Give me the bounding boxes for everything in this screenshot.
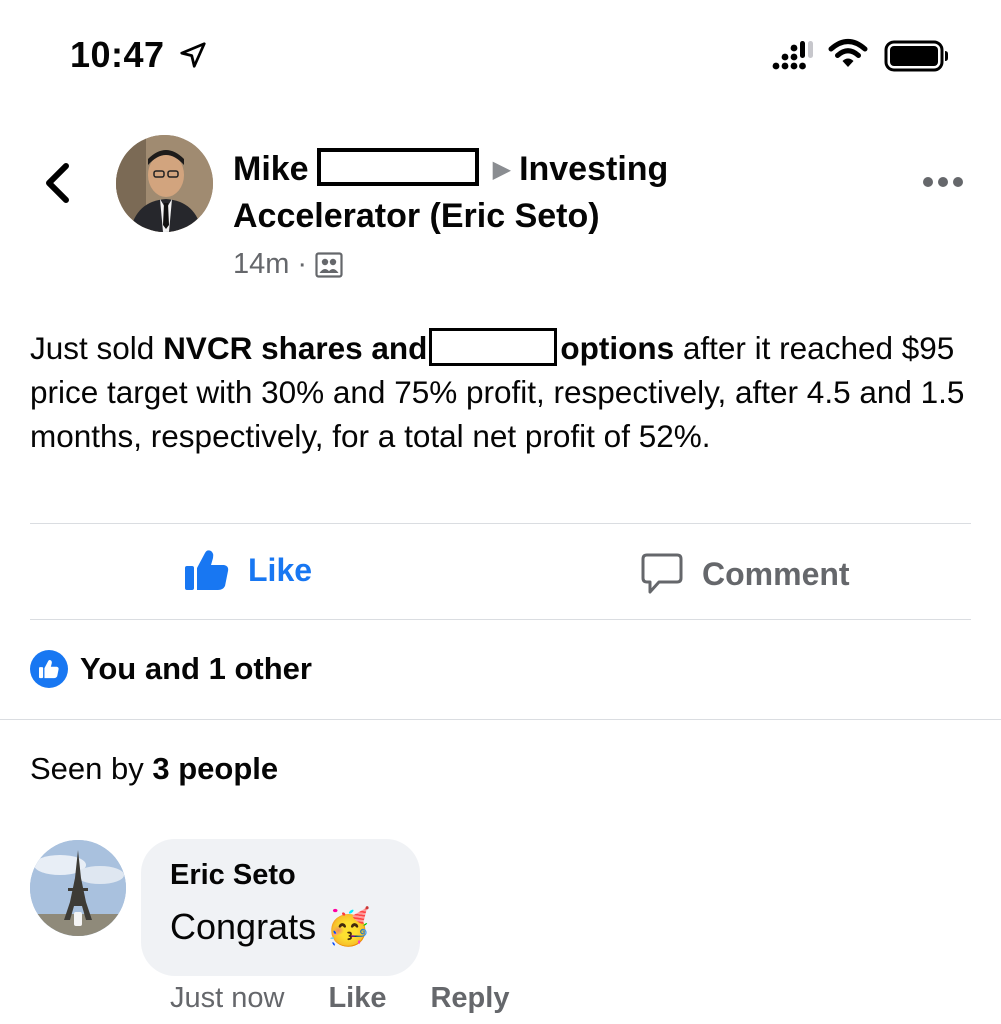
- thumbs-up-icon: [185, 550, 229, 590]
- meta-separator: ·: [297, 248, 308, 280]
- signal-icon: [772, 41, 813, 70]
- post-meta: 14m ·: [233, 248, 343, 281]
- like-reaction-icon: [30, 650, 68, 688]
- commenter-avatar[interactable]: [30, 840, 126, 936]
- comment-bubble-icon: [641, 553, 683, 594]
- author-name[interactable]: Mike: [233, 150, 309, 188]
- post-text-bold-1: NVCR shares and: [163, 330, 428, 366]
- comment-text: Congrats: [170, 906, 317, 947]
- author-avatar[interactable]: [116, 135, 213, 232]
- redacted-box: [429, 328, 558, 366]
- post-text-1: Just sold: [30, 330, 164, 366]
- comment-author[interactable]: Eric Seto: [170, 859, 420, 892]
- reactions-text: You and 1 other: [80, 651, 312, 686]
- seen-count: 3 people: [152, 751, 279, 786]
- reactions-summary[interactable]: You and 1 other: [30, 650, 312, 688]
- comment-button[interactable]: Comment: [640, 552, 850, 596]
- location-arrow-icon: [180, 42, 206, 68]
- comment-like-button[interactable]: Like: [328, 982, 386, 1015]
- wifi-icon: [828, 39, 868, 67]
- comment-time: Just now: [170, 982, 285, 1014]
- comment-text-row: Congrats 🥳: [170, 906, 420, 948]
- like-button[interactable]: Like: [184, 548, 312, 592]
- more-options-icon[interactable]: [921, 175, 965, 189]
- back-chevron-icon[interactable]: [40, 160, 74, 206]
- redacted-box: [316, 148, 479, 186]
- group-name-part2[interactable]: Accelerator (Eric Seto): [233, 197, 600, 235]
- comment-reply-button[interactable]: Reply: [430, 982, 509, 1015]
- comment-bubble[interactable]: Eric Seto Congrats 🥳: [141, 839, 420, 976]
- divider: [0, 719, 1001, 720]
- seen-by[interactable]: Seen by 3 people: [30, 751, 278, 787]
- battery-icon: [884, 40, 948, 72]
- arrow-right-icon: ▶: [492, 156, 512, 183]
- divider: [30, 619, 971, 620]
- party-face-icon: 🥳: [326, 906, 371, 947]
- status-time: 10:47: [70, 34, 165, 75]
- group-name-part1[interactable]: Investing: [519, 150, 668, 188]
- post-timestamp[interactable]: 14m: [233, 248, 289, 281]
- seen-prefix: Seen by: [30, 751, 153, 786]
- post-header-title: Mike ▶ Investing Accelerator (Eric Seto): [233, 146, 793, 240]
- post-text-bold-2: options: [560, 330, 675, 366]
- group-icon: [315, 251, 343, 278]
- comment-label: Comment: [702, 555, 850, 592]
- like-label: Like: [248, 551, 313, 588]
- comment-actions: Just now Like Reply: [170, 982, 509, 1015]
- post-text: Just sold NVCR shares and options after i…: [30, 326, 980, 458]
- divider: [30, 523, 971, 524]
